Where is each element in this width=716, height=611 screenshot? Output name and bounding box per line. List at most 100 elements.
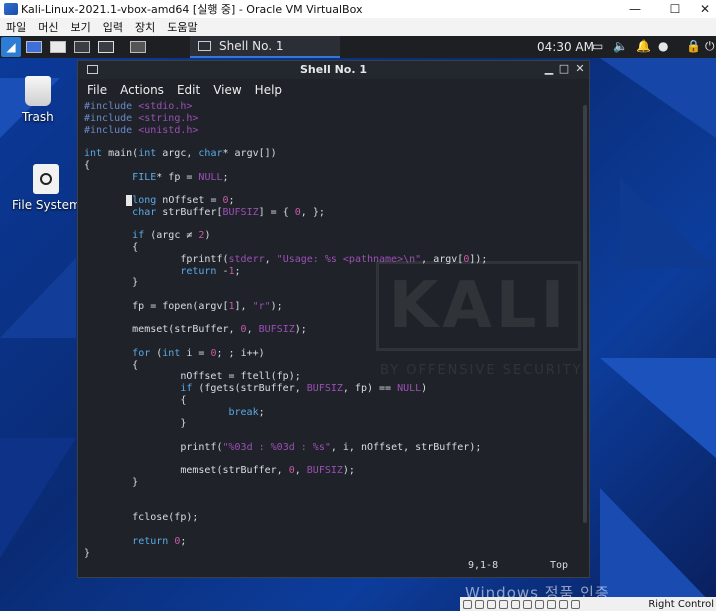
optical-icon[interactable] xyxy=(475,599,484,609)
code-line: #include <string.h> xyxy=(84,112,199,124)
taskbar-shell-item[interactable]: Shell No. 1 xyxy=(190,36,340,58)
code-line: } xyxy=(84,477,139,488)
virtualbox-icon xyxy=(4,3,18,15)
code-line: FILE* fp = NULL; xyxy=(132,171,229,183)
recording-icon[interactable] xyxy=(547,599,556,609)
terminal-menu-edit[interactable]: Edit xyxy=(177,83,200,97)
code-line: } xyxy=(84,418,187,430)
power-icon[interactable]: ⏻ xyxy=(705,39,715,54)
code-line: fprintf(stderr, "Usage: %s <pathname>\n"… xyxy=(84,253,488,265)
code-line: } xyxy=(84,547,91,559)
host-window-title: Kali-Linux-2021.1-vbox-amd64 [실행 중] - Or… xyxy=(21,3,363,16)
code-line: printf("%03d : %03d : %s", i, nOffset, s… xyxy=(84,441,482,453)
code-line: return -1; xyxy=(180,265,241,277)
minimize-icon[interactable]: ▁ xyxy=(542,62,556,75)
code-line: fclose(fp); xyxy=(84,512,199,524)
trash-icon xyxy=(24,76,51,106)
terminal-scrollbar[interactable] xyxy=(583,105,587,523)
trash-label: Trash xyxy=(22,110,54,124)
workspace-switcher-icon[interactable] xyxy=(127,38,149,56)
code-line: memset(strBuffer, 0, BUFSIZ); xyxy=(84,324,307,336)
code-line: for (int i = 0; ; i++) xyxy=(132,347,265,359)
guest-top-panel: ◢ Shell No. 1 04:30 AM ▭ 🔈 🔔 ● 🔒 ⏻ xyxy=(0,36,716,58)
code-line: { xyxy=(84,394,187,406)
shared-folder-icon[interactable] xyxy=(523,599,532,609)
volume-icon[interactable]: 🔈 xyxy=(613,39,628,53)
terminal-menu-bar: File Actions Edit View Help xyxy=(78,79,589,101)
terminal-icon xyxy=(198,41,211,51)
maximize-icon[interactable]: ☐ xyxy=(660,0,690,18)
notification-icon[interactable]: 🔔 xyxy=(636,39,651,53)
menu-machine[interactable]: 머신 xyxy=(38,19,58,35)
desktop-trash[interactable]: Trash xyxy=(22,76,54,124)
code-line: break; xyxy=(228,406,265,418)
menu-help[interactable]: 도움말 xyxy=(167,19,197,35)
code-line: fp = fopen(argv[1], "r"); xyxy=(84,300,283,312)
close-icon[interactable]: ✕ xyxy=(690,0,716,18)
host-key-label: Right Control xyxy=(648,598,714,610)
browser-launcher-icon[interactable] xyxy=(95,38,117,56)
workspace-1-icon[interactable] xyxy=(23,38,45,56)
code-line: if (argc ≠ 2) xyxy=(132,230,211,242)
maximize-icon[interactable]: □ xyxy=(557,62,571,75)
lock-icon[interactable]: 🔒 xyxy=(686,39,701,53)
terminal-launcher-icon[interactable] xyxy=(71,38,93,56)
vim-scroll-position: Top xyxy=(550,560,569,571)
code-line: #include <unistd.h> xyxy=(84,124,199,136)
desktop-file-system[interactable]: File System xyxy=(12,164,81,212)
code-line: nOffset = ftell(fp); xyxy=(84,371,301,383)
host-menu-bar: 파일 머신 보기 입력 장치 도움말 xyxy=(0,18,716,36)
terminal-window[interactable]: Shell No. 1 ▁ □ ✕ File Actions Edit View… xyxy=(77,60,590,578)
audio-icon[interactable] xyxy=(487,599,496,609)
menu-devices[interactable]: 장치 xyxy=(135,19,155,35)
terminal-title-bar[interactable]: Shell No. 1 ▁ □ ✕ xyxy=(78,61,589,79)
host-title-bar: Kali-Linux-2021.1-vbox-amd64 [실행 중] - Or… xyxy=(0,0,716,18)
kali-menu-icon[interactable]: ◢ xyxy=(1,37,21,57)
cpu-icon[interactable] xyxy=(559,599,568,609)
network-icon[interactable] xyxy=(499,599,508,609)
vim-cursor-position: 9,1-8 xyxy=(468,560,499,571)
hdd-icon[interactable] xyxy=(463,599,472,609)
vim-editor-buffer[interactable]: #include <stdio.h> #include <string.h> #in… xyxy=(84,101,579,559)
code-line: } xyxy=(84,277,139,289)
terminal-menu-view[interactable]: View xyxy=(213,83,241,97)
menu-file[interactable]: 파일 xyxy=(6,19,26,35)
menu-view[interactable]: 보기 xyxy=(71,19,91,35)
mouse-integration-icon[interactable] xyxy=(571,599,580,609)
display-icon[interactable] xyxy=(535,599,544,609)
code-line: #include <stdio.h> xyxy=(84,101,193,112)
code-line: int main(int argc, char* argv[]) xyxy=(84,148,277,159)
files-icon[interactable] xyxy=(47,38,69,56)
terminal-menu-file[interactable]: File xyxy=(87,83,107,97)
terminal-title: Shell No. 1 xyxy=(299,63,367,76)
code-line: char strBuffer[BUFSIZ] = { 0, }; xyxy=(132,206,325,218)
code-line: { xyxy=(84,359,139,371)
close-icon[interactable]: ✕ xyxy=(573,62,587,75)
menu-input[interactable]: 입력 xyxy=(103,19,123,35)
usb-icon[interactable] xyxy=(511,599,520,609)
code-line: if (fgets(strBuffer, BUFSIZ, fp) == NULL… xyxy=(180,383,428,394)
minimize-icon[interactable]: — xyxy=(620,0,650,18)
code-line: { xyxy=(84,159,91,171)
clock[interactable]: 04:30 AM xyxy=(537,40,594,54)
drive-icon xyxy=(33,164,60,194)
host-status-bar: Right Control xyxy=(460,597,716,611)
display-icon[interactable]: ▭ xyxy=(592,39,603,53)
power-manager-icon[interactable]: ● xyxy=(658,39,668,53)
terminal-menu-actions[interactable]: Actions xyxy=(120,83,164,97)
taskbar-shell-label: Shell No. 1 xyxy=(219,39,284,53)
code-line: long nOffset = 0; xyxy=(84,195,579,207)
file-system-label: File System xyxy=(12,198,81,212)
terminal-menu-help[interactable]: Help xyxy=(255,83,282,97)
code-line: return 0; xyxy=(132,535,187,547)
